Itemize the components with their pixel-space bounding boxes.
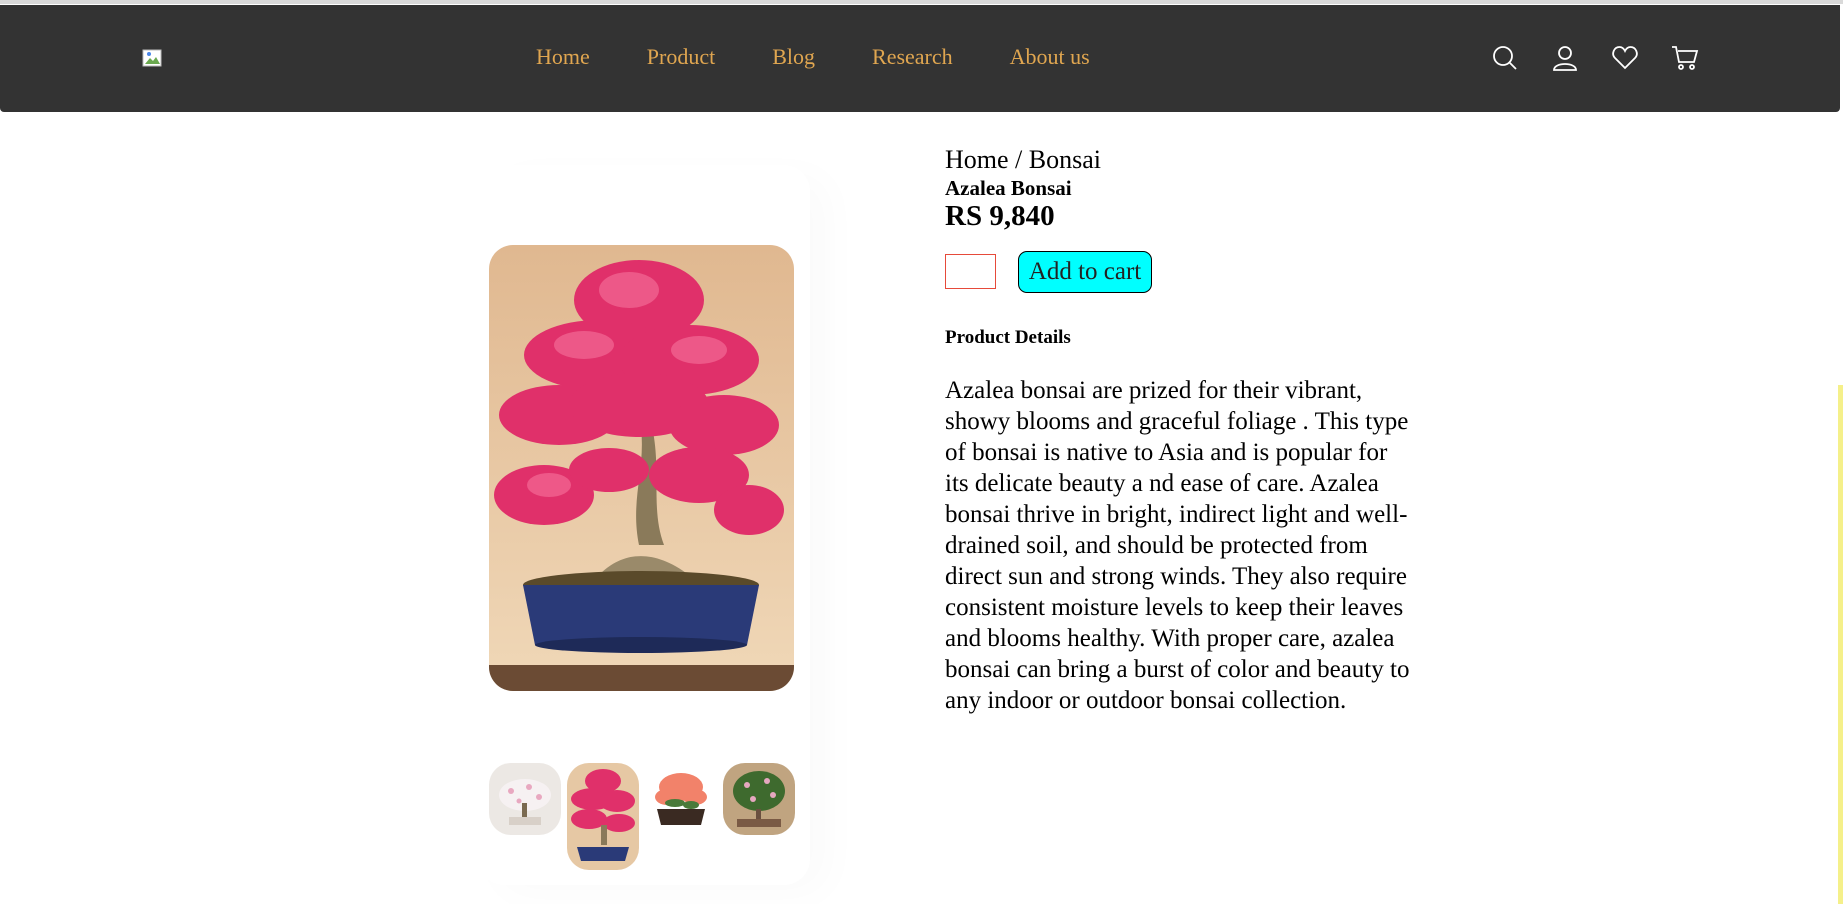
nav-icons (1490, 43, 1730, 73)
nav-link-blog[interactable]: Blog (772, 44, 815, 70)
product-description: Azalea bonsai are prized for their vibra… (945, 377, 1410, 714)
nav-links: Home Product Blog Research About us (536, 44, 1147, 70)
top-border (0, 0, 1843, 4)
product-price: RS 9,840 (945, 200, 1055, 232)
thumbnail-strip (489, 763, 795, 870)
nav-link-about-us[interactable]: About us (1010, 44, 1090, 70)
breadcrumb[interactable]: Home / Bonsai (945, 145, 1101, 175)
cart-icon[interactable] (1670, 43, 1700, 73)
logo-broken-image-icon[interactable] (141, 47, 165, 71)
nav-link-home[interactable]: Home (536, 44, 590, 70)
thumbnail-pink-azalea[interactable] (567, 763, 639, 870)
product-name: Azalea Bonsai (945, 176, 1072, 200)
thumbnail-salmon-azalea[interactable] (645, 763, 717, 835)
nav-link-product[interactable]: Product (647, 44, 715, 70)
thumbnail-white-azalea[interactable] (489, 763, 561, 835)
scrollbar-edge[interactable] (1838, 385, 1843, 904)
navbar: Home Product Blog Research About us (0, 5, 1840, 112)
main-product-image (489, 245, 794, 691)
user-icon[interactable] (1550, 43, 1580, 73)
thumbnail-green-azalea[interactable] (723, 763, 795, 835)
search-icon[interactable] (1490, 43, 1520, 73)
add-to-cart-button[interactable]: Add to cart (1018, 251, 1152, 293)
heart-icon[interactable] (1610, 43, 1640, 73)
quantity-input[interactable] (945, 254, 996, 289)
product-details-heading: Product Details (945, 327, 1071, 348)
nav-link-research[interactable]: Research (872, 44, 953, 70)
